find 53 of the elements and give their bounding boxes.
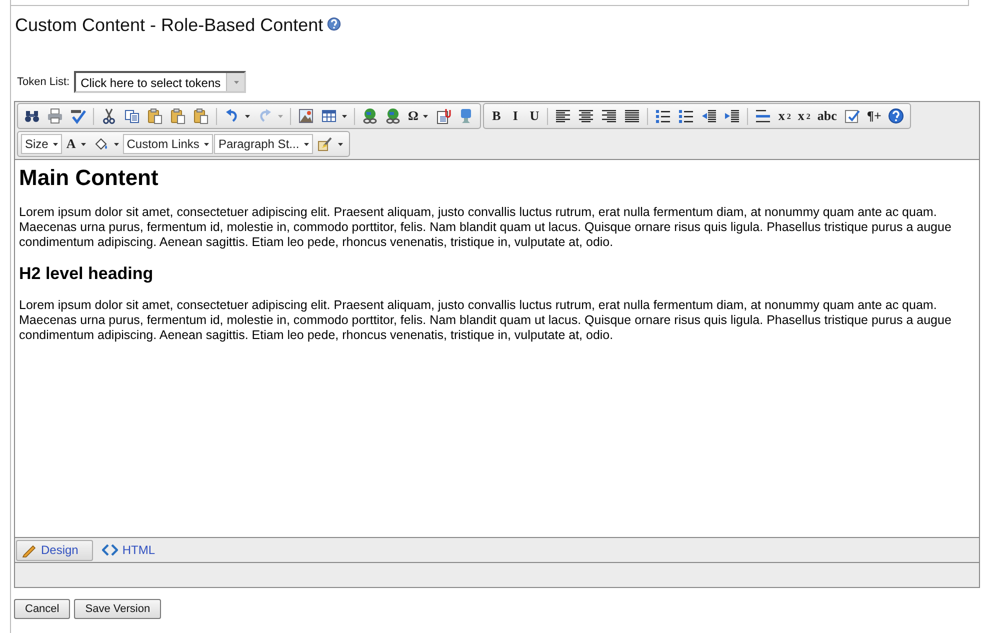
help-icon <box>888 108 904 124</box>
align-right-icon <box>601 108 618 124</box>
numbered-list-icon <box>655 108 672 124</box>
outdent-icon <box>701 108 718 124</box>
globe-unlink-icon <box>385 108 401 124</box>
copy-icon <box>124 108 140 124</box>
token-list-dropdown[interactable]: Click here to select tokens <box>74 71 246 93</box>
brush-icon <box>317 136 334 152</box>
toolbar-button[interactable]: U <box>525 106 544 126</box>
clipboard-icon <box>170 108 186 124</box>
image-icon <box>298 108 314 124</box>
document-icon <box>435 108 452 124</box>
toolbar-button[interactable]: B <box>487 106 506 126</box>
redo-icon <box>257 108 273 124</box>
action-button[interactable]: Save Version <box>74 599 162 619</box>
undo-icon <box>224 108 240 124</box>
mode-tab[interactable]: Design <box>16 540 94 560</box>
paint-bucket-icon <box>92 136 109 152</box>
table-icon <box>321 108 337 124</box>
toolbar-dropdown[interactable]: Size <box>21 134 62 154</box>
binoculars-icon <box>24 108 40 124</box>
heading: Main Content <box>19 165 160 191</box>
align-center-icon <box>578 108 594 124</box>
caret-icon <box>233 80 240 84</box>
code-icon <box>102 542 118 558</box>
align-left-icon <box>555 108 572 124</box>
toolbar-button[interactable]: Ω <box>405 106 432 126</box>
toolbar-button[interactable]: abc <box>814 106 840 126</box>
indent-icon <box>724 108 740 124</box>
globe-link-icon <box>362 108 378 124</box>
subheading: H2 level heading <box>19 264 154 284</box>
clipboard-icon <box>147 108 163 124</box>
checkbox-icon <box>844 108 860 124</box>
scissors-icon <box>101 108 117 124</box>
help-icon[interactable] <box>327 17 342 31</box>
checkmark-icon <box>70 108 86 124</box>
token-list-label: Token List: <box>17 76 70 88</box>
toolbar-button[interactable]: I <box>506 106 524 126</box>
toolbar-dropdown[interactable]: Paragraph St... <box>214 134 314 154</box>
bullet-list-icon <box>678 108 694 124</box>
paragraph: Lorem ipsum dolor sit amet, consectetuer adipiscing elit. Praesent aliquam, justo convallis luctus rutrum, erat nulla fermentum diam, at nonummy quam ante ac quam. Maecenas urna purus, fermentum id, molestie in, commodo porttitor, felis. Nam blandit quam ut lacus. Quisque ornare risus quis ligula. Phasellus tristique purus a augue condimentum adipiscing. Aenean sagittis. Etiam leo pede, rhoncus venenatis, tristique in, vulputate at, odio. <box>19 205 952 250</box>
toolbar-button[interactable]: A <box>63 134 89 154</box>
toolbar-button[interactable]: ¶+ <box>864 106 884 126</box>
printer-icon <box>47 108 63 124</box>
toolbar-dropdown[interactable]: Custom Links <box>122 134 214 154</box>
justify-icon <box>624 108 640 124</box>
editor-content-area[interactable] <box>15 160 979 538</box>
mode-tab[interactable]: HTML <box>97 540 170 560</box>
paragraph: Lorem ipsum dolor sit amet, consectetuer adipiscing elit. Praesent aliquam, justo convallis luctus rutrum, erat nulla fermentum diam, at nonummy quam ante ac quam. Maecenas urna purus, fermentum id, molestie in, commodo porttitor, felis. Nam blandit quam ut lacus. Quisque ornare risus quis ligula. Phasellus tristique purus a augue condimentum adipiscing. Aenean sagittis. Etiam leo pede, rhoncus venenatis, tristique in, vulputate at, odio. <box>19 298 952 343</box>
horizontal-rule-icon <box>755 108 772 124</box>
page-title: Custom Content - Role-Based Content <box>15 15 324 36</box>
action-button[interactable]: Cancel <box>14 599 70 619</box>
clipboard-icon <box>193 108 209 124</box>
